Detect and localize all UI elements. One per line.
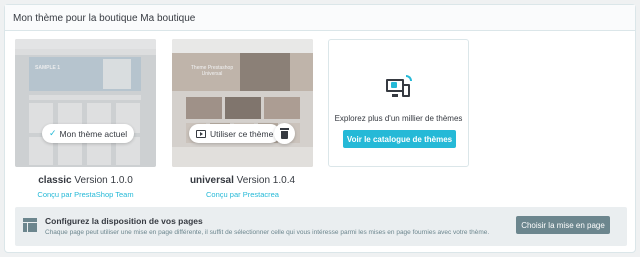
theme-classic-name: classic Version 1.0.0 [15,175,156,186]
theme-universal: Theme Prestashop Universal Utiliser ce t… [172,39,313,199]
current-theme-badge: ✓ Mon thème actuel [42,124,135,143]
current-theme-label: Mon thème actuel [59,128,128,139]
choose-layout-button[interactable]: Choisir la mise en page [516,216,610,234]
layout-title: Configurez la disposition de vos pages [45,216,203,226]
theme-version: Version 1.0.0 [74,175,133,186]
theme-universal-preview: Theme Prestashop Universal Utiliser ce t… [172,39,313,167]
layout-description: Chaque page peut utiliser une mise en pa… [45,229,490,236]
theme-card: Mon thème pour la boutique Ma boutique S… [4,4,636,253]
delete-theme-button[interactable] [274,123,295,144]
explore-text: Explorez plus d'un millier de thèmes [334,114,463,123]
theme-universal-name: universal Version 1.0.4 [172,175,313,186]
theme-name: classic [38,175,72,186]
theme-classic-preview: SAMPLE 1 ✓ Mon thème actuel [15,39,156,167]
theme-author-link[interactable]: Conçu par Prestacrea [172,190,313,199]
theme-catalog-button[interactable]: Voir le catalogue de thèmes [343,130,456,148]
check-icon: ✓ [49,128,57,138]
theme-classic: SAMPLE 1 ✓ Mon thème actuel classic Vers… [15,39,156,199]
explore-themes-card: Explorez plus d'un millier de thèmes Voi… [328,39,469,167]
layout-config-box: Configurez la disposition de vos pages C… [15,207,627,246]
card-title: Mon thème pour la boutique Ma boutique [5,5,635,31]
theme-version: Version 1.0.4 [236,175,296,186]
use-theme-label: Utiliser ce thème [210,128,274,139]
devices-icon [386,75,412,100]
theme-name: universal [189,175,234,186]
use-theme-button[interactable]: Utiliser ce thème [189,124,281,143]
trash-icon [280,127,289,139]
theme-author-link[interactable]: Conçu par PrestaShop Team [15,190,156,199]
layout-icon [23,218,37,232]
play-icon [196,129,206,138]
